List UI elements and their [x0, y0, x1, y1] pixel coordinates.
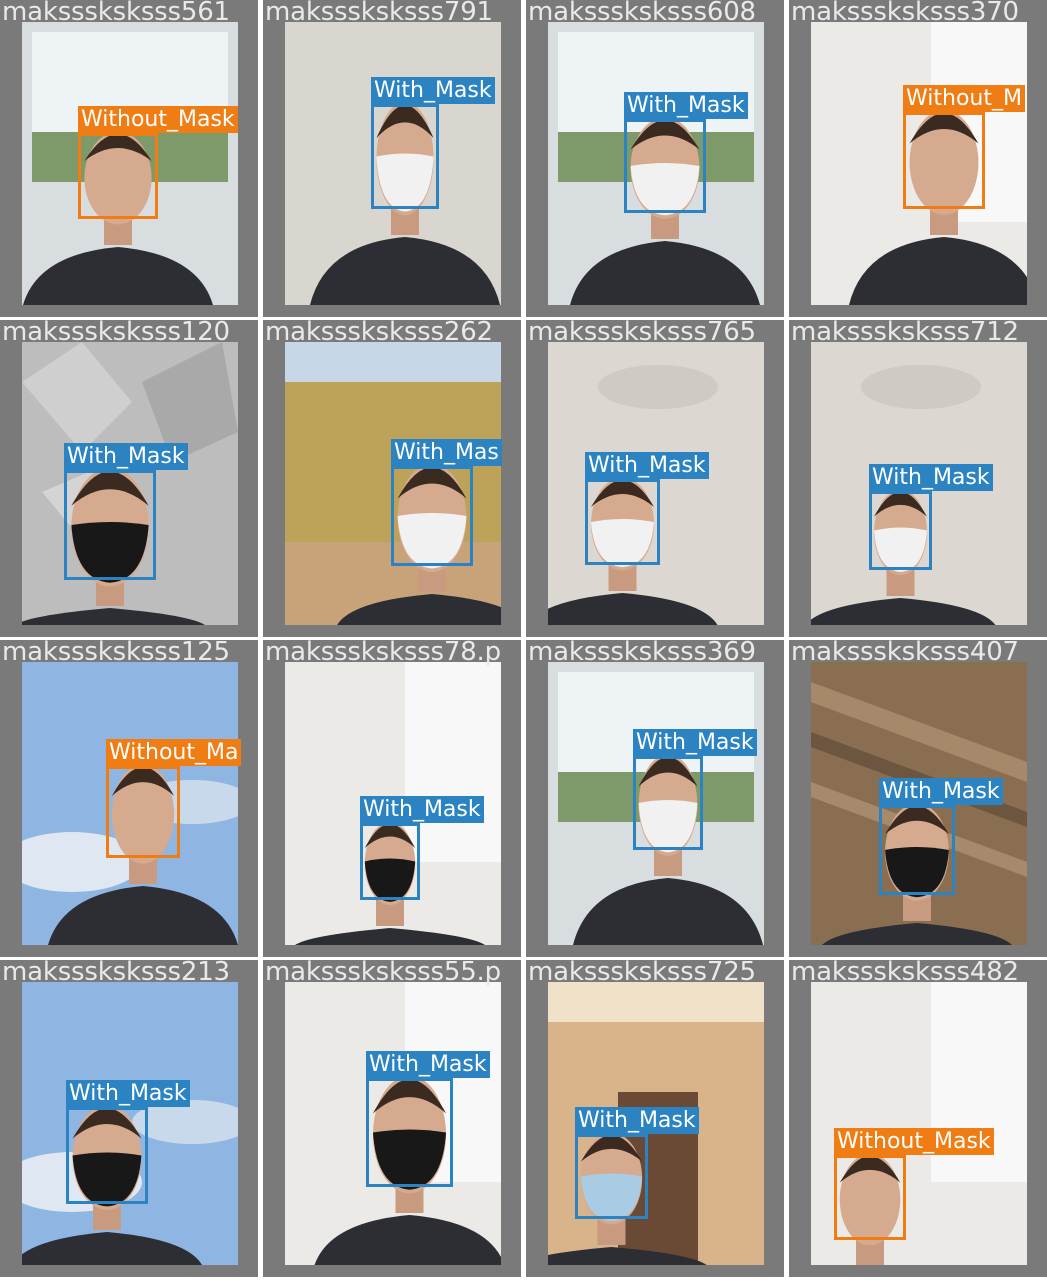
- detection-label: With_Mask: [575, 1107, 699, 1134]
- detection-box: [66, 1107, 148, 1204]
- detection-box: [391, 466, 473, 566]
- tile-filename: maksssksksss125: [2, 640, 230, 667]
- tile-filename: maksssksksss791: [265, 0, 493, 27]
- tile-filename: maksssksksss482: [791, 960, 1019, 987]
- detection-box: [64, 470, 156, 580]
- tile-filename: maksssksksss213: [2, 960, 230, 987]
- detection-label: With_Mask: [879, 778, 1003, 805]
- detection-label: Without_Ma: [106, 739, 242, 766]
- detection-label: With_Mask: [371, 77, 495, 104]
- detection-label: With_Mask: [64, 443, 188, 470]
- detection-label: Without_Mask: [834, 1128, 994, 1155]
- detection-box: [903, 112, 985, 209]
- detection-box: [879, 805, 955, 895]
- detection-label: With_Mask: [360, 796, 484, 823]
- tile-filename: maksssksksss369: [528, 640, 756, 667]
- detection-box: [366, 1078, 453, 1187]
- detection-label: With_Mask: [869, 464, 993, 491]
- detection-label: With_Mask: [624, 92, 748, 119]
- tile-filename: maksssksksss262: [265, 320, 493, 347]
- image-grid: maksssksksss561 Without_Mask maksssksksss…: [0, 0, 1047, 1280]
- detection-label: With_Mask: [633, 729, 757, 756]
- tile-filename: maksssksksss55.p: [265, 960, 501, 987]
- detection-box: [371, 104, 439, 209]
- detection-label: With_Mask: [585, 452, 709, 479]
- detection-label: With_Mask: [366, 1051, 490, 1078]
- detection-label: With_Mask: [66, 1080, 190, 1107]
- tile-filename: maksssksksss765: [528, 320, 756, 347]
- tile-filename: maksssksksss712: [791, 320, 1019, 347]
- tile-filename: maksssksksss561: [2, 0, 230, 27]
- detection-box: [585, 479, 660, 565]
- detection-box: [624, 119, 706, 213]
- detection-box: [106, 766, 180, 858]
- detection-box: [575, 1134, 648, 1219]
- image-tile: maksssksksss482: [789, 960, 1047, 1277]
- tile-filename: maksssksksss370: [791, 0, 1019, 27]
- tile-filename: maksssksksss407: [791, 640, 1019, 667]
- detection-box: [78, 133, 158, 219]
- detection-label: Without_M: [903, 85, 1025, 112]
- detection-box: [360, 823, 420, 900]
- detection-box: [834, 1155, 906, 1240]
- tile-filename: maksssksksss120: [2, 320, 230, 347]
- tile-filename: maksssksksss608: [528, 0, 756, 27]
- tile-filename: maksssksksss725: [528, 960, 756, 987]
- detection-label: With_Mas: [391, 439, 502, 466]
- tile-filename: maksssksksss78.p: [265, 640, 501, 667]
- detection-box: [869, 491, 932, 570]
- detection-box: [633, 756, 703, 850]
- detection-label: Without_Mask: [78, 106, 238, 133]
